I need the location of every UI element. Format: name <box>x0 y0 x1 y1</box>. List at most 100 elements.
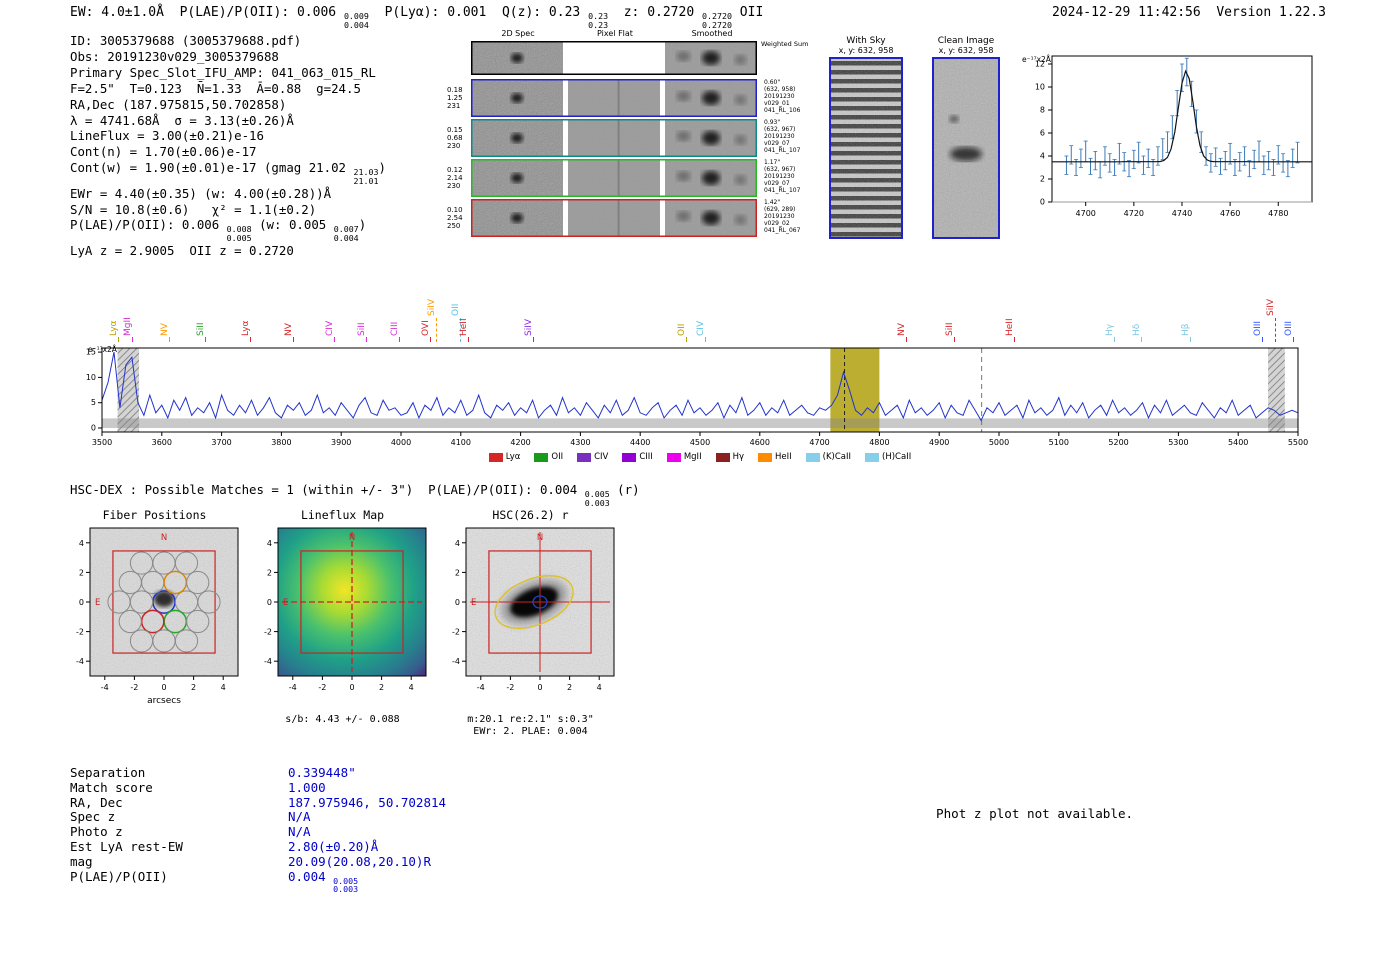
annotation-line: 1.42" <box>764 199 781 206</box>
elixer-report-page: EW: 4.0±1.0Å P(LAE)/P(OII): 0.006 0.009 0… <box>0 0 1400 953</box>
annotation-line: 20191230 <box>764 213 795 220</box>
svg-text:-2: -2 <box>318 683 326 692</box>
svg-text:4000: 4000 <box>391 438 411 447</box>
svg-text:2: 2 <box>455 568 460 577</box>
table-row-value: N/A <box>288 809 311 825</box>
weighted-sum-strip <box>471 41 757 75</box>
line-label-tick <box>435 318 437 342</box>
svg-text:e⁻¹⁷x2Å: e⁻¹⁷x2Å <box>88 345 118 354</box>
table-row-value: 2.80(±0.20)Å <box>288 838 379 854</box>
legend-swatch <box>488 452 503 462</box>
fiber-positions-cutout: Fiber Positions N E -4 -4 -2 -2 0 0 2 2 4 4 arcsecs <box>52 508 257 714</box>
legend-item: OII <box>534 452 563 462</box>
svg-text:4100: 4100 <box>451 438 471 447</box>
svg-text:4300: 4300 <box>570 438 590 447</box>
svg-text:N: N <box>537 533 543 543</box>
value-uncertainty: 21.03 21.01 <box>353 167 379 186</box>
annotation-line: v029_07 <box>764 140 790 147</box>
legend-label: OII <box>551 452 564 462</box>
legend-label: (K)CaII <box>822 452 852 462</box>
scale-value: 2.54 <box>447 214 463 222</box>
annotation-line: 041_RL_107 <box>764 187 801 194</box>
line-labels-layer: Lyα MgII NV SiII Lyα NV CIV SiII CIII OVI SiIV OII H… <box>0 266 1400 342</box>
annotation-line: v029_02 <box>764 220 790 227</box>
svg-text:3500: 3500 <box>92 438 112 447</box>
legend-swatch <box>715 452 730 462</box>
svg-text:arcsecs: arcsecs <box>147 696 181 706</box>
svg-text:2: 2 <box>379 683 384 692</box>
line-label-NV: NV <box>284 323 295 336</box>
with-sky-coords: x, y: 632, 958 <box>838 46 894 55</box>
line-label-Lyα: Lyα <box>241 320 252 336</box>
line-label-SiII: SiII <box>357 322 368 336</box>
zoom-spectrum-plot: 0246810124700 4720 4740 4760 4780e⁻¹⁷x2Å <box>1022 55 1313 218</box>
summary-header: EW: 4.0±1.0Å P(LAE)/P(OII): 0.006 0.009 0… <box>70 5 764 30</box>
line-label-Lyα: Lyα <box>109 320 120 336</box>
info-line: RA,Dec (187.975815,50.702858) <box>70 96 287 112</box>
with-sky-image <box>829 57 903 239</box>
svg-text:4: 4 <box>597 683 602 692</box>
scale-value: 0.12 <box>447 166 463 174</box>
svg-text:2: 2 <box>191 683 196 692</box>
info-line: ID: 3005379688 (3005379688.pdf) <box>70 33 302 48</box>
svg-text:5400: 5400 <box>1228 438 1248 447</box>
legend-label: Lyα <box>505 452 521 462</box>
annotation-line: 1.17" <box>764 159 781 166</box>
row-scale-labels: 0.10 2.54 250 <box>447 199 471 237</box>
line-label-OIII: OIII <box>1253 320 1264 336</box>
legend-item: CIII <box>622 452 653 462</box>
table-row: Photo z N/A <box>70 824 446 840</box>
scale-value: 1.25 <box>447 94 463 102</box>
line-label-OIII: OIII <box>1284 320 1295 336</box>
svg-text:5200: 5200 <box>1108 438 1128 447</box>
row-scale-labels: 0.12 2.14 230 <box>447 159 471 197</box>
weighted-sum-label: Weighted Sum <box>761 40 809 48</box>
line-label-NV: NV <box>159 323 170 336</box>
spec2d-row-strips <box>471 159 757 197</box>
annotation-line: 20191230 <box>764 133 795 140</box>
info-line: P(LAE)/P(OII): 0.006 0.008 0.005 (w: 0.00… <box>70 217 367 244</box>
legend-label: CIII <box>639 452 653 462</box>
svg-text:4800: 4800 <box>869 438 889 447</box>
annotation-line: (632, 967) <box>764 166 796 173</box>
col-title-pixelflat: Pixel Flat <box>597 29 633 38</box>
with-sky-cutout: With Sky x, y: 632, 958 <box>824 36 908 239</box>
svg-text:E: E <box>95 598 100 608</box>
svg-text:6: 6 <box>1040 129 1045 138</box>
fiber-positions-title: Fiber Positions <box>102 508 207 522</box>
line-label-Hβ: Hβ <box>1181 323 1192 336</box>
legend-item: Lyα <box>488 452 521 462</box>
svg-text:N: N <box>161 533 167 543</box>
svg-text:5000: 5000 <box>989 438 1009 447</box>
info-line: F=2.5" T=0.123 N̄=1.33 Ā=0.88 g=24.5 <box>70 80 361 96</box>
svg-text:2: 2 <box>567 683 572 692</box>
line-label-CIV: CIV <box>695 320 706 336</box>
legend-label: Hγ <box>732 452 744 462</box>
svg-text:4700: 4700 <box>1076 209 1096 218</box>
table-row-value: 20.09(20.08,20.10)R <box>288 853 431 869</box>
svg-text:2: 2 <box>1040 175 1045 184</box>
table-row-label: Spec z <box>70 809 116 825</box>
svg-text:-4: -4 <box>264 657 272 666</box>
hsc-dex-matches-line: HSC-DEX : Possible Matches = 1 (within +… <box>70 482 640 508</box>
table-row: P(LAE)/P(OII) 0.004 0.005 0.003 <box>70 869 446 894</box>
svg-text:-4: -4 <box>289 683 297 692</box>
table-row: Separation 0.339448" <box>70 765 446 781</box>
spec2d-row-strips <box>471 79 757 117</box>
clean-image-coords: x, y: 632, 958 <box>938 46 994 55</box>
value-uncertainty: 0.009 0.004 <box>343 11 369 30</box>
table-row-label: Est LyA rest-EW <box>70 838 183 854</box>
svg-text:-4: -4 <box>76 657 84 666</box>
match-table: Separation 0.339448" Match score 1.000 RA, D… <box>70 765 446 894</box>
clean-image-title: Clean Image <box>937 36 995 46</box>
annotation-line: v029_07 <box>764 180 790 187</box>
legend-swatch <box>758 452 772 462</box>
info-line: Obs: 20191230v029_3005379688 <box>70 48 279 64</box>
line-label-CIV: CIV <box>325 320 336 336</box>
svg-text:0: 0 <box>1040 198 1045 207</box>
svg-text:0: 0 <box>267 598 272 607</box>
line-label-SiIV: SiIV <box>523 318 534 336</box>
table-row-label: mag <box>70 853 93 869</box>
hsc-caption-2: EWr: 2. PLAE: 0.004 <box>473 726 588 737</box>
annotation-line: (629, 289) <box>764 206 796 213</box>
